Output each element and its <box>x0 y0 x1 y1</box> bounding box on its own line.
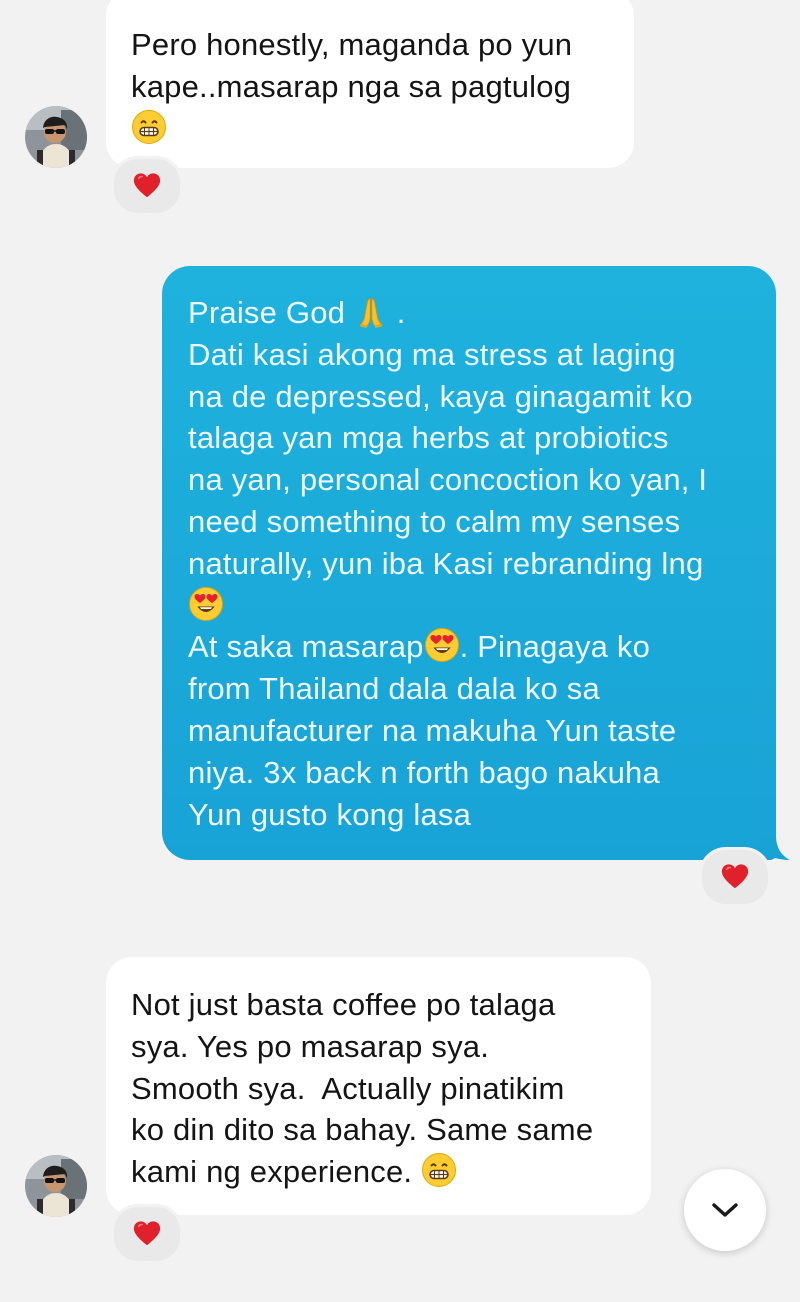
message-text: . <box>396 295 406 330</box>
message-text-line: ko din dito sa bahay. Same same <box>131 1112 594 1148</box>
message-text-line: niya. 3x back n forth bago nakuha <box>188 754 660 790</box>
message-bubble-outgoing-1[interactable]: Praise God . Dati kasi akong ma stress a… <box>162 266 776 860</box>
message-text-line: need something to calm my senses <box>188 503 681 539</box>
reaction-badge[interactable] <box>111 1204 183 1264</box>
message-text-line: manufacturer na makuha Yun taste <box>188 712 677 748</box>
message-text-line: from Thailand dala dala ko sa <box>188 671 600 707</box>
message-text: kami ng experience. <box>131 1154 413 1190</box>
avatar-photo <box>25 106 87 168</box>
message-emoji-line <box>131 108 610 150</box>
message-text: At saka masarap <box>188 629 424 665</box>
grinning-face-icon <box>131 109 167 145</box>
message-text-line: kape..masarap nga sa pagtulog <box>131 68 572 104</box>
message-text-line: Yun gusto kong lasa <box>188 796 472 832</box>
heart-icon <box>132 1219 162 1249</box>
heart-eyes-face-icon <box>188 586 224 622</box>
message-text-line: sya. Yes po masarap sya. <box>131 1028 490 1064</box>
heart-icon <box>132 171 162 201</box>
reaction-badge[interactable] <box>111 156 183 216</box>
grinning-face-icon <box>421 1152 457 1188</box>
heart-eyes-face-icon <box>424 627 460 663</box>
avatar[interactable] <box>25 1155 87 1217</box>
avatar[interactable] <box>25 106 87 168</box>
message-text-line: kami ng experience. <box>131 1151 631 1193</box>
message-text-line: na yan, personal concoction ko yan, I <box>188 462 708 498</box>
message-text-line: Praise God . <box>188 292 756 334</box>
scroll-to-bottom-button[interactable] <box>684 1169 766 1251</box>
message-text-line: Smooth sya. Actually pinatikim <box>131 1070 565 1106</box>
message-text-line: Dati kasi akong ma stress at laging <box>188 336 676 372</box>
message-bubble-incoming-2[interactable]: Not just basta coffee po talaga sya. Yes… <box>106 957 651 1215</box>
reaction-badge[interactable] <box>699 847 771 907</box>
heart-icon <box>720 862 750 892</box>
message-bubble-incoming-1[interactable]: Pero honestly, maganda po yun kape..masa… <box>106 0 634 168</box>
message-text-line: At saka masarap . Pinagaya ko <box>188 626 756 668</box>
message-emoji-line <box>188 585 756 627</box>
folded-hands-icon <box>354 295 388 329</box>
message-text: Praise God <box>188 295 346 330</box>
message-text-line: na de depressed, kaya ginagamit ko <box>188 378 693 414</box>
message-text-line: Pero honestly, maganda po yun <box>131 27 573 62</box>
avatar-photo <box>25 1155 87 1217</box>
message-text-line: Not just basta coffee po talaga <box>131 987 556 1022</box>
message-text-line: naturally, yun iba Kasi rebranding lng <box>188 545 704 581</box>
chevron-down-icon <box>712 1203 738 1217</box>
message-text: . Pinagaya ko <box>459 629 651 665</box>
message-text-line: talaga yan mga herbs at probiotics <box>188 420 669 456</box>
